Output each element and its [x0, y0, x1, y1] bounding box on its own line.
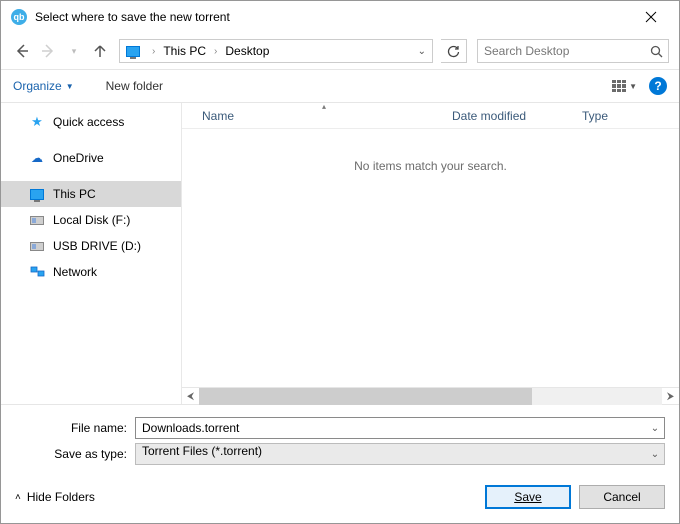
save-dialog: qb Select where to save the new torrent … [0, 0, 680, 524]
sidebar-item-usb-drive[interactable]: USB DRIVE (D:) [1, 233, 181, 259]
refresh-icon [447, 45, 460, 58]
savetype-combobox[interactable]: Torrent Files (*.torrent) ⌄ [135, 443, 665, 465]
column-header-date[interactable]: Date modified [452, 109, 582, 123]
cancel-button[interactable]: Cancel [579, 485, 665, 509]
filename-combobox[interactable]: ⌄ [135, 417, 665, 439]
bc-chevron-1[interactable]: › [208, 46, 223, 57]
toolbar: Organize ▼ New folder ▼ ? [1, 69, 679, 103]
sidebar-item-quick-access[interactable]: ★ Quick access [1, 109, 181, 135]
nav-row: ▾ › This PC › Desktop ⌄ [1, 33, 679, 69]
disk-icon [29, 239, 45, 253]
bc-root-chevron[interactable]: › [146, 46, 161, 57]
monitor-icon [126, 46, 140, 57]
help-button[interactable]: ? [649, 77, 667, 95]
view-options-button[interactable]: ▼ [608, 77, 641, 95]
window-title: Select where to save the new torrent [35, 10, 631, 24]
breadcrumb-item-desktop[interactable]: Desktop [223, 44, 271, 58]
app-icon: qb [11, 9, 27, 25]
savetype-label: Save as type: [15, 447, 135, 461]
horizontal-scrollbar[interactable]: ⮜ ⮞ [182, 387, 679, 404]
search-input[interactable] [478, 40, 645, 62]
organize-label: Organize [13, 79, 62, 93]
savetype-value: Torrent Files (*.torrent) [136, 444, 646, 464]
sort-indicator-icon: ▴ [322, 102, 326, 111]
search-box[interactable] [477, 39, 669, 63]
view-grid-icon [612, 80, 626, 92]
forward-arrow-icon [40, 43, 56, 59]
up-button[interactable] [89, 40, 111, 62]
save-label: Save [514, 490, 541, 504]
chevron-down-icon: ▾ [72, 46, 77, 57]
search-button[interactable] [645, 45, 668, 58]
scroll-right-button[interactable]: ⮞ [662, 391, 679, 402]
sidebar-item-label: Network [53, 265, 97, 279]
search-icon [650, 45, 663, 58]
sidebar-item-label: Local Disk (F:) [53, 213, 130, 227]
save-button[interactable]: Save [485, 485, 571, 509]
close-button[interactable] [631, 3, 671, 31]
sidebar-item-label: Quick access [53, 115, 124, 129]
column-headers: ▴ Name Date modified Type [182, 103, 679, 129]
scroll-track[interactable] [199, 388, 662, 405]
network-icon [29, 265, 45, 279]
filename-area: File name: ⌄ Save as type: Torrent Files… [1, 404, 679, 471]
back-button[interactable] [11, 40, 33, 62]
column-header-type[interactable]: Type [582, 109, 652, 123]
address-dropdown-button[interactable]: ⌄ [412, 46, 432, 57]
forward-button[interactable] [37, 40, 59, 62]
address-bar[interactable]: › This PC › Desktop ⌄ [119, 39, 433, 63]
recent-dropdown[interactable]: ▾ [63, 40, 85, 62]
chevron-down-icon: ▼ [629, 82, 637, 91]
column-header-name[interactable]: Name [202, 109, 452, 123]
help-icon: ? [654, 79, 661, 93]
body: ★ Quick access ☁ OneDrive This PC Local … [1, 103, 679, 404]
sidebar-item-this-pc[interactable]: This PC [1, 181, 181, 207]
chevron-down-icon: ▼ [66, 82, 74, 91]
organize-menu[interactable]: Organize ▼ [13, 79, 74, 93]
file-list[interactable]: No items match your search. [182, 129, 679, 387]
sidebar-item-local-disk[interactable]: Local Disk (F:) [1, 207, 181, 233]
sidebar-item-label: OneDrive [53, 151, 104, 165]
close-icon [645, 11, 657, 23]
savetype-dropdown-button[interactable]: ⌄ [646, 449, 664, 460]
hide-folders-toggle[interactable]: ˄ Hide Folders [15, 490, 95, 504]
location-icon [124, 44, 142, 58]
filename-label: File name: [15, 421, 135, 435]
chevron-up-icon: ˄ [15, 492, 21, 503]
hide-folders-label: Hide Folders [27, 490, 95, 504]
sidebar-item-label: This PC [53, 187, 96, 201]
up-arrow-icon [93, 44, 107, 58]
sidebar-item-network[interactable]: Network [1, 259, 181, 285]
filename-input[interactable] [136, 418, 646, 438]
footer: ˄ Hide Folders Save Cancel [1, 471, 679, 523]
disk-icon [29, 213, 45, 227]
refresh-button[interactable] [441, 39, 467, 63]
sidebar-item-onedrive[interactable]: ☁ OneDrive [1, 145, 181, 171]
star-icon: ★ [29, 115, 45, 129]
cloud-icon: ☁ [29, 151, 45, 165]
empty-state-message: No items match your search. [354, 159, 507, 173]
title-bar: qb Select where to save the new torrent [1, 1, 679, 33]
monitor-icon [29, 187, 45, 201]
filename-dropdown-button[interactable]: ⌄ [646, 423, 664, 434]
back-arrow-icon [14, 43, 30, 59]
file-area: ▴ Name Date modified Type No items match… [181, 103, 679, 404]
nav-tree: ★ Quick access ☁ OneDrive This PC Local … [1, 103, 181, 404]
new-folder-button[interactable]: New folder [106, 79, 163, 93]
scroll-thumb[interactable] [199, 388, 532, 405]
sidebar-item-label: USB DRIVE (D:) [53, 239, 141, 253]
scroll-left-button[interactable]: ⮜ [182, 391, 199, 402]
breadcrumb-item-thispc[interactable]: This PC [161, 44, 208, 58]
